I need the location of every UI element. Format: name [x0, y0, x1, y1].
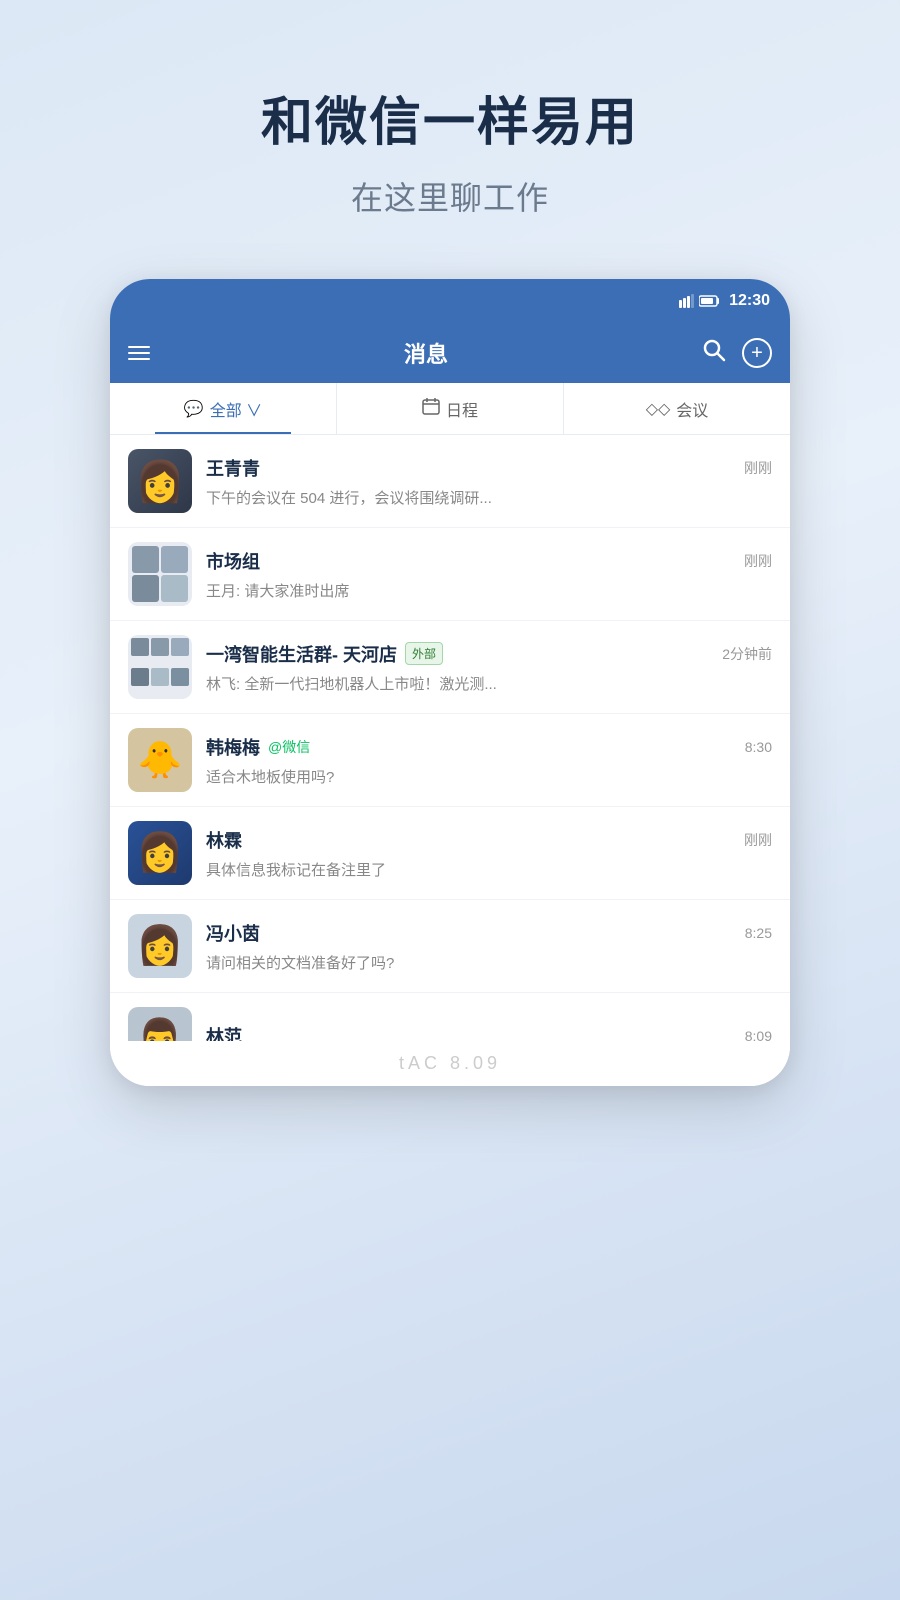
- chat-name-wqq: 王青青: [206, 455, 260, 481]
- tab-meeting-label: 会议: [676, 397, 708, 421]
- group-cell: [132, 575, 159, 602]
- wechat-tag: @微信: [268, 737, 310, 757]
- chat-content-ywan: 一湾智能生活群- 天河店 外部 2分钟前 林飞: 全新一代扫地机器人上市啦！激光…: [206, 641, 772, 694]
- chat-content-scz: 市场组 刚刚 王月: 请大家准时出席: [206, 548, 772, 601]
- chat-header-ls: 林霖 刚刚: [206, 827, 772, 853]
- nav-title: 消息: [404, 337, 448, 369]
- chat-header-scz: 市场组 刚刚: [206, 548, 772, 574]
- nav-bar: 消息 +: [110, 323, 790, 383]
- chat-content-ls: 林霖 刚刚 具体信息我标记在备注里了: [206, 827, 772, 880]
- tab-all[interactable]: 💬 全部 ∨: [110, 383, 337, 434]
- group-cell: [161, 546, 188, 573]
- status-bar: 12:30: [110, 279, 790, 323]
- chat-item-wqq[interactable]: 王青青 刚刚 下午的会议在 504 进行，会议将围绕调研...: [110, 435, 790, 528]
- watermark: tAC 8.09: [110, 1041, 790, 1086]
- chat-preview-fxy: 请问相关的文档准备好了吗?: [206, 952, 772, 973]
- chat-header-fxy: 冯小茵 8:25: [206, 920, 772, 946]
- tab-bar: 💬 全部 ∨ 日程 ◇◇ 会议: [110, 383, 790, 435]
- status-icons: [679, 294, 721, 308]
- chat-content-fxy: 冯小茵 8:25 请问相关的文档准备好了吗?: [206, 920, 772, 973]
- chat-preview-scz: 王月: 请大家准时出席: [206, 580, 772, 601]
- chat-name-ls: 林霖: [206, 827, 242, 853]
- chat-list: 王青青 刚刚 下午的会议在 504 进行，会议将围绕调研...: [110, 435, 790, 1086]
- group-cell: [131, 668, 149, 686]
- chat-name-scz: 市场组: [206, 548, 260, 574]
- tab-schedule[interactable]: 日程: [337, 383, 564, 434]
- chat-icon: 💬: [184, 399, 204, 419]
- chat-preview-hmm: 适合木地板使用吗?: [206, 766, 772, 787]
- chat-time-ywan: 2分钟前: [722, 644, 772, 664]
- group-cell: [132, 546, 159, 573]
- avatar-fxy: [128, 914, 192, 978]
- chat-item-ywan[interactable]: 一湾智能生活群- 天河店 外部 2分钟前 林飞: 全新一代扫地机器人上市啦！激光…: [110, 621, 790, 714]
- group-cell: [151, 668, 169, 686]
- tab-meeting[interactable]: ◇◇ 会议: [564, 383, 790, 434]
- chat-header-wqq: 王青青 刚刚: [206, 455, 772, 481]
- chat-preview-wqq: 下午的会议在 504 进行，会议将围绕调研...: [206, 487, 772, 508]
- chat-header-ywan: 一湾智能生活群- 天河店 外部 2分钟前: [206, 641, 772, 667]
- chat-time-scz: 刚刚: [744, 551, 772, 571]
- chat-item-scz[interactable]: 市场组 刚刚 王月: 请大家准时出席: [110, 528, 790, 621]
- sub-title: 在这里聊工作: [0, 173, 900, 219]
- phone-frame: 12:30 消息 + 💬: [110, 279, 790, 1086]
- group-cell: [151, 638, 169, 656]
- chat-preview-ywan: 林飞: 全新一代扫地机器人上市啦！激光测...: [206, 673, 772, 694]
- chat-name-hmm: 韩梅梅 @微信: [206, 734, 310, 760]
- chat-time-wqq: 刚刚: [744, 458, 772, 478]
- chat-time-ls: 刚刚: [744, 830, 772, 850]
- chat-preview-ls: 具体信息我标记在备注里了: [206, 859, 772, 880]
- group-cell: [171, 638, 189, 656]
- chat-header-hmm: 韩梅梅 @微信 8:30: [206, 734, 772, 760]
- group-cell: [161, 575, 188, 602]
- menu-icon[interactable]: [128, 346, 150, 360]
- avatar-hmm: [128, 728, 192, 792]
- phone-mockup: 12:30 消息 + 💬: [0, 279, 900, 1086]
- chat-time-fxy: 8:25: [745, 925, 772, 941]
- external-badge: 外部: [405, 642, 443, 665]
- chat-time-hmm: 8:30: [745, 739, 772, 755]
- chat-item-hmm[interactable]: 韩梅梅 @微信 8:30 适合木地板使用吗?: [110, 714, 790, 807]
- chat-name-ywan: 一湾智能生活群- 天河店 外部: [206, 641, 443, 667]
- avatar-scz: [128, 542, 192, 606]
- chat-item-ls[interactable]: 林霖 刚刚 具体信息我标记在备注里了: [110, 807, 790, 900]
- chat-content-wqq: 王青青 刚刚 下午的会议在 504 进行，会议将围绕调研...: [206, 455, 772, 508]
- chat-content-hmm: 韩梅梅 @微信 8:30 适合木地板使用吗?: [206, 734, 772, 787]
- status-time: 12:30: [729, 292, 770, 310]
- avatar-wqq: [128, 449, 192, 513]
- tab-all-label: 全部 ∨: [210, 397, 262, 421]
- calendar-icon: [422, 397, 440, 420]
- avatar-ywan: [128, 635, 192, 699]
- chat-item-fxy[interactable]: 冯小茵 8:25 请问相关的文档准备好了吗?: [110, 900, 790, 993]
- group-cell: [131, 638, 149, 656]
- search-icon[interactable]: [702, 338, 726, 368]
- group-cell: [171, 668, 189, 686]
- meeting-icon: ◇◇: [646, 399, 671, 419]
- add-icon[interactable]: +: [742, 338, 772, 368]
- tab-schedule-label: 日程: [446, 397, 478, 421]
- nav-actions: +: [702, 338, 772, 368]
- avatar-ls: [128, 821, 192, 885]
- chat-name-fxy: 冯小茵: [206, 920, 260, 946]
- main-title: 和微信一样易用: [0, 80, 900, 155]
